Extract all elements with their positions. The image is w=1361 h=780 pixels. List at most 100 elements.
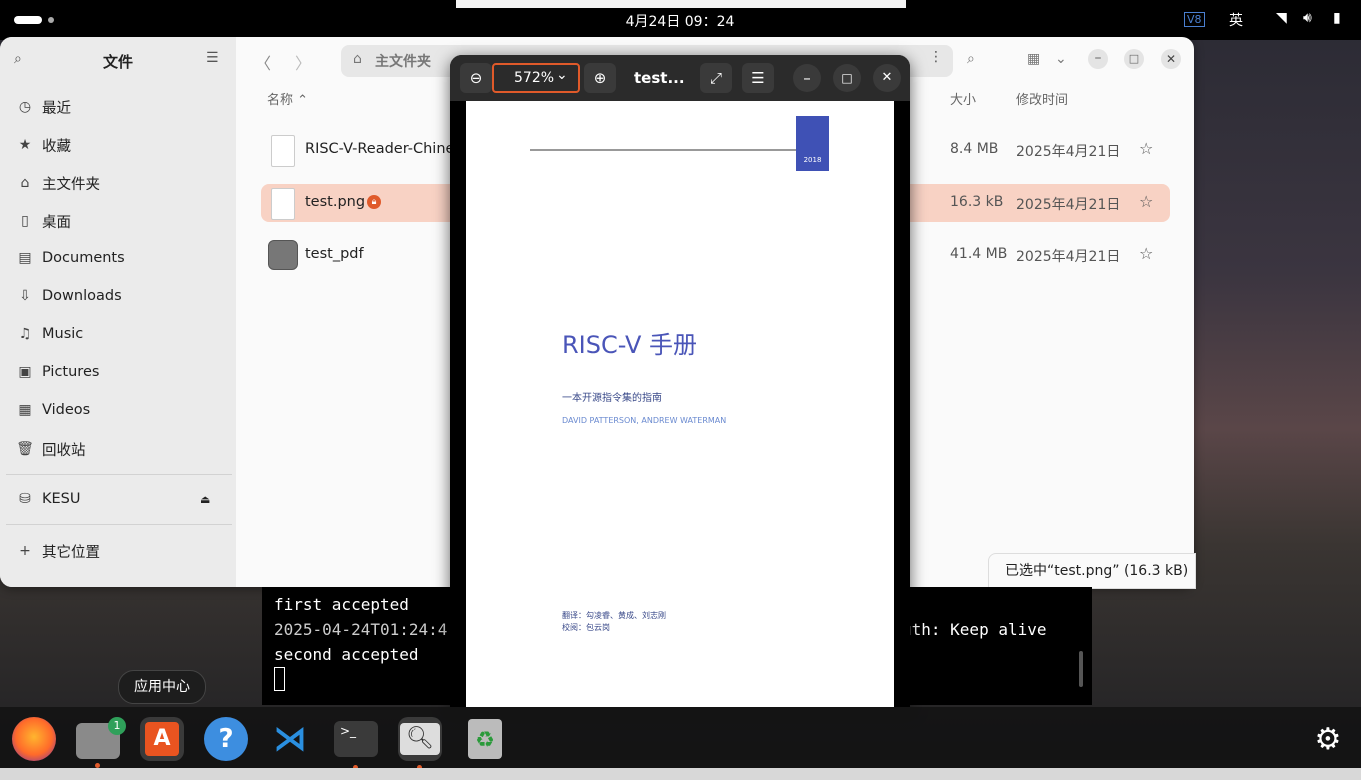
sidebar-item-desktop[interactable]: ▯ 桌面 [14,204,224,238]
vscode-icon[interactable]: ⋊ [268,717,312,761]
home-icon: ⌂ [353,51,362,67]
file-date: 2025年4月21日 [1016,197,1121,213]
clock[interactable]: 4月24日 09：24 [600,11,760,31]
terminal-icon[interactable]: >_ [334,717,378,770]
home-icon: ⌂ [20,175,30,191]
workspace-dot[interactable] [48,17,54,23]
file-name: test.png [305,194,366,210]
eject-icon[interactable]: ⏏ [200,493,210,506]
firefox-icon[interactable] [12,717,56,761]
background-strip [0,768,1361,780]
path-label[interactable]: 主文件夹 [375,51,431,71]
back-icon[interactable]: 〈 [255,50,271,74]
maximize-icon[interactable]: □ [1124,49,1144,69]
translators: 翻译：勾凌睿、黄成、刘志刚 [562,611,666,620]
terminal-line: first accepted [274,595,409,614]
book-subtitle: 一本开源指令集的指南 [562,393,662,404]
drive-icon: ⛁ [19,491,31,507]
clock-icon: ◷ [18,99,32,115]
zoom-out-icon[interactable]: ⊖ [460,63,492,93]
trash-icon[interactable]: ♻ [463,717,507,761]
activities-indicator[interactable] [14,16,42,24]
sort-up-icon: ⌃ [297,93,309,108]
minimize-icon[interactable]: – [793,64,821,92]
reviewer: 校阅：包云岗 [562,623,610,632]
volume-icon[interactable]: 🔊︎ [1303,10,1312,26]
image-viewer-window: ⊖ 572% ⌄ ⊕ test... ⤢ ☰ – □ ✕ 2018 RISC-V… [450,55,910,707]
input-method[interactable]: 英 [1229,10,1243,30]
sidebar-item-recent[interactable]: ◷ 最近 [14,90,224,124]
file-icon [271,135,295,167]
sidebar-item-starred[interactable]: ★ 收藏 [14,128,224,162]
sidebar-item-trash[interactable]: 🗑︎ 回收站 [14,432,224,466]
file-size: 41.4 MB [950,246,1008,262]
file-date: 2025年4月21日 [1016,249,1121,265]
divider [6,524,232,525]
image-content[interactable]: 2018 RISC-V 手册 一本开源指令集的指南 DAVID PATTERSO… [466,101,894,707]
viewer-title: test... [634,69,685,87]
menu-icon[interactable]: ☰ [742,63,774,93]
video-icon: ▦ [18,402,32,418]
notification-badge: 1 [108,717,126,735]
fullscreen-icon[interactable]: ⤢ [700,63,732,93]
chevron-down-icon[interactable]: ⌄ [1055,51,1067,67]
sidebar-title: 文件 [102,53,133,71]
forward-icon[interactable]: 〉 [295,50,311,74]
column-modified[interactable]: 修改时间 [1016,89,1068,108]
column-size[interactable]: 大小 [950,89,976,108]
column-name[interactable]: 名称 ⌃ [267,89,308,108]
chevron-down-icon[interactable]: ⌄ [556,67,568,83]
file-date: 2025年4月21日 [1016,144,1121,160]
search-toggle-icon[interactable]: ⌕ [967,51,975,67]
file-name: RISC-V-Reader-Chinese [305,141,471,157]
cover-year-block: 2018 [796,116,829,171]
menu-icon[interactable]: ☰ [206,50,219,66]
dock-tooltip: 应用中心 [118,670,206,704]
star-icon: ★ [18,137,32,153]
picture-icon: ▣ [18,364,32,380]
sidebar-item-pictures[interactable]: ▣ Pictures [14,355,224,389]
close-icon[interactable]: ✕ [873,64,901,92]
sidebar-item-home[interactable]: ⌂ 主文件夹 [14,166,224,200]
file-name: test_pdf [305,246,364,262]
vpn-indicator[interactable]: V8 [1184,12,1205,27]
sidebar-item-downloads[interactable]: ⇩ Downloads [14,279,224,313]
image-viewer-icon[interactable]: 🔍︎ [398,717,442,770]
show-apps-icon[interactable]: ⚙ [1306,717,1350,761]
battery-icon[interactable]: ▮ [1333,10,1341,26]
star-icon[interactable]: ☆ [1139,139,1153,158]
more-icon[interactable]: ⋮ [929,49,943,65]
selection-status: 已选中“test.png” (16.3 kB) [988,553,1196,589]
sidebar-item-documents[interactable]: ▤ Documents [14,241,224,275]
divider [6,474,232,475]
file-size: 8.4 MB [950,141,999,157]
sidebar: ⌕ 文件 ☰ ◷ 最近 ★ 收藏 ⌂ 主文件夹 ▯ 桌面 ▤ Documents ⇩ Dow… [0,37,236,587]
image-file-icon [271,188,295,220]
music-icon: ♫ [18,326,32,342]
star-icon[interactable]: ☆ [1139,192,1153,211]
download-icon: ⇩ [19,288,31,304]
wifi-icon[interactable]: ◥ [1276,10,1287,26]
grid-view-icon[interactable]: ▦ [1027,51,1040,67]
sidebar-item-other-locations[interactable]: + 其它位置 [14,534,224,568]
sidebar-item-music[interactable]: ♫ Music [14,317,224,351]
app-center-icon[interactable]: A [140,717,184,761]
minimize-icon[interactable]: – [1088,49,1108,69]
sidebar-item-drive[interactable]: ⛁ KESU ⏏ [14,482,224,516]
window-edge [456,0,906,8]
star-icon[interactable]: ☆ [1139,244,1153,263]
trash-icon: 🗑︎ [16,441,34,457]
terminal-cursor [274,667,285,691]
viewer-header: ⊖ 572% ⌄ ⊕ test... ⤢ ☰ – □ ✕ [450,55,910,101]
book-authors: DAVID PATTERSON, ANDREW WATERMAN [562,416,727,425]
desktop-icon: ▯ [21,213,29,229]
document-icon: ▤ [18,250,32,266]
files-icon[interactable]: 1 [76,717,126,768]
zoom-in-icon[interactable]: ⊕ [584,63,616,93]
sidebar-item-videos[interactable]: ▦ Videos [14,393,224,427]
terminal-scrollbar[interactable] [1079,651,1083,687]
help-icon[interactable]: ? [204,717,248,761]
book-credits: 翻译：勾凌睿、黄成、刘志刚 校阅：包云岗 [562,610,666,634]
close-icon[interactable]: ✕ [1161,49,1181,69]
maximize-icon[interactable]: □ [833,64,861,92]
